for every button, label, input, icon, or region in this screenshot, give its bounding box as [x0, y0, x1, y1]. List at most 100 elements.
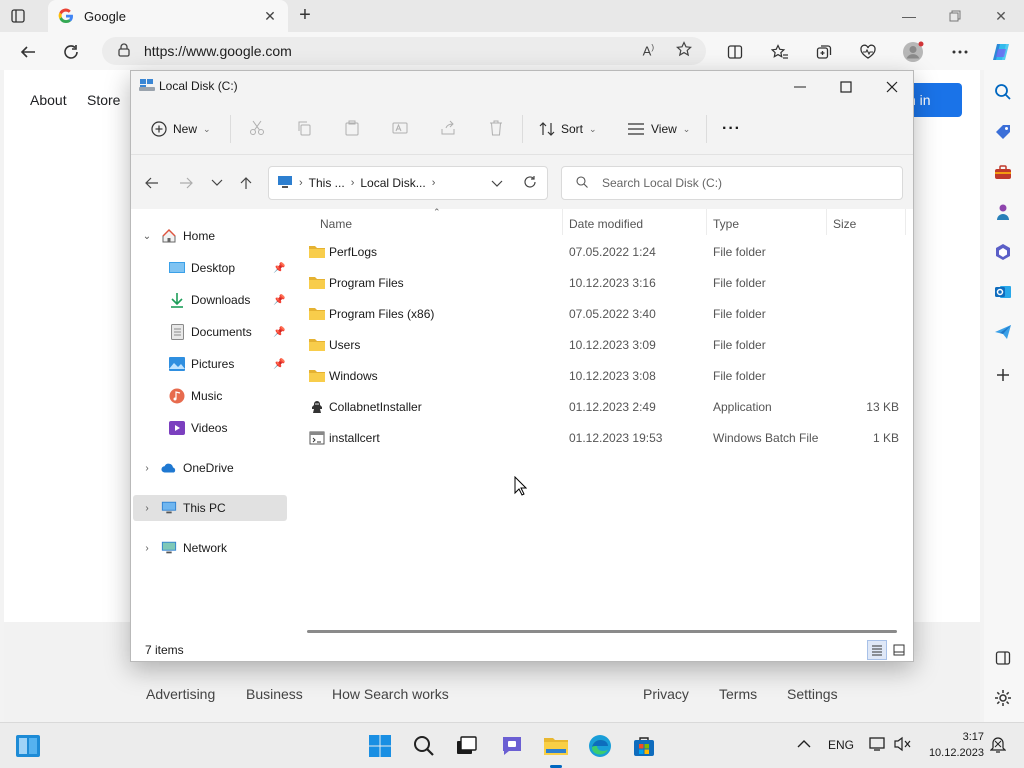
file-row[interactable]: Program Files (x86) 07.05.2022 3:40 File f… [291, 299, 913, 329]
address-dropdown-icon[interactable] [491, 177, 503, 191]
file-row[interactable]: CollabnetInstaller 01.12.2023 2:49 Applica… [291, 392, 913, 422]
edge-browser-icon[interactable] [586, 732, 614, 760]
tab-google[interactable]: Google ✕ [48, 0, 288, 32]
microsoft-store-icon[interactable] [630, 732, 658, 760]
file-explorer-icon[interactable] [542, 732, 570, 760]
restore-icon[interactable] [932, 0, 978, 32]
chevron-right-icon[interactable]: › [141, 543, 153, 554]
profile-avatar[interactable] [900, 39, 926, 65]
explorer-close-icon[interactable] [869, 71, 915, 103]
teams-chat-icon[interactable] [498, 732, 526, 760]
nav-item-this-pc[interactable]: › This PC [133, 495, 287, 521]
more-actions-button[interactable]: ··· [722, 116, 741, 142]
back-arrow-icon[interactable] [141, 173, 163, 193]
new-button[interactable]: New ⌄ [151, 116, 211, 142]
breadcrumb[interactable]: › This ... › Local Disk... › [268, 166, 548, 200]
delete-icon[interactable] [486, 118, 506, 138]
rename-icon[interactable] [390, 118, 410, 138]
explorer-maximize-icon[interactable] [823, 71, 869, 103]
search-local-disk-field[interactable]: Search Local Disk (C:) [561, 166, 903, 200]
column-divider[interactable] [826, 209, 827, 235]
footer-how-search-works-link[interactable]: How Search works [332, 686, 449, 702]
clock[interactable]: 3:17 10.12.2023 [924, 729, 984, 761]
collections-icon[interactable] [811, 39, 837, 65]
column-header-size[interactable]: Size [833, 215, 856, 233]
close-window-icon[interactable]: ✕ [978, 0, 1024, 32]
copilot-icon[interactable] [988, 39, 1014, 65]
close-tab-icon[interactable]: ✕ [262, 8, 278, 24]
column-divider[interactable] [905, 209, 906, 235]
share-icon[interactable] [438, 118, 458, 138]
nav-item-videos[interactable]: Videos [133, 415, 287, 441]
add-sidebar-icon[interactable] [992, 364, 1014, 386]
forward-arrow-icon[interactable] [175, 173, 197, 193]
language-indicator[interactable]: ENG [828, 738, 854, 752]
new-tab-button[interactable]: + [294, 4, 316, 26]
search-icon[interactable] [992, 81, 1014, 103]
copy-icon[interactable] [294, 118, 314, 138]
breadcrumb-local-disk[interactable]: Local Disk... [360, 176, 425, 190]
browser-essentials-icon[interactable] [855, 39, 881, 65]
column-divider[interactable] [562, 209, 563, 235]
refresh-icon[interactable] [523, 175, 537, 192]
file-row[interactable]: installcert 01.12.2023 19:53 Windows Batch… [291, 423, 913, 453]
nav-item-home[interactable]: ⌄ Home [133, 223, 287, 249]
lock-icon[interactable] [118, 42, 130, 60]
notifications-icon[interactable] [989, 736, 1007, 757]
tab-actions-icon[interactable] [8, 6, 28, 26]
refresh-icon[interactable] [58, 39, 84, 65]
task-view-icon[interactable] [453, 732, 481, 760]
widgets-icon[interactable] [14, 732, 42, 760]
minimize-icon[interactable]: — [886, 0, 932, 32]
nav-item-documents[interactable]: Documents 📌 [133, 319, 287, 345]
file-row[interactable]: Users 10.12.2023 3:09 File folder [291, 330, 913, 360]
details-view-icon[interactable] [867, 640, 887, 660]
cut-icon[interactable] [247, 118, 267, 138]
split-screen-icon[interactable] [722, 39, 748, 65]
shopping-tag-icon[interactable] [992, 121, 1014, 143]
outlook-icon[interactable] [992, 281, 1014, 303]
google-store-link[interactable]: Store [87, 92, 120, 108]
settings-gear-icon[interactable] [992, 687, 1014, 709]
games-icon[interactable] [992, 201, 1014, 223]
chevron-right-icon[interactable]: › [141, 463, 153, 474]
nav-item-network[interactable]: › Network [133, 535, 287, 561]
recent-locations-icon[interactable] [206, 173, 228, 193]
send-icon[interactable] [992, 321, 1014, 343]
favorite-star-icon[interactable] [676, 41, 692, 60]
microsoft-365-icon[interactable] [992, 241, 1014, 263]
nav-item-onedrive[interactable]: › OneDrive [133, 455, 287, 481]
back-icon[interactable] [15, 39, 41, 65]
show-hidden-icons-icon[interactable] [797, 738, 811, 752]
explorer-title-bar[interactable]: Local Disk (C:) [131, 71, 913, 103]
more-options-icon[interactable] [947, 39, 973, 65]
nav-item-music[interactable]: Music [133, 383, 287, 409]
column-header-type[interactable]: Type [713, 215, 739, 233]
footer-business-link[interactable]: Business [246, 686, 303, 702]
network-status-icon[interactable] [869, 736, 887, 755]
google-about-link[interactable]: About [30, 92, 67, 108]
large-icons-view-icon[interactable] [889, 640, 909, 660]
footer-advertising-link[interactable]: Advertising [146, 686, 215, 702]
tools-icon[interactable] [992, 161, 1014, 183]
nav-item-pictures[interactable]: Pictures 📌 [133, 351, 287, 377]
file-row[interactable]: PerfLogs 07.05.2022 1:24 File folder [291, 237, 913, 267]
file-row[interactable]: Program Files 10.12.2023 3:16 File folder [291, 268, 913, 298]
footer-privacy-link[interactable]: Privacy [643, 686, 689, 702]
favorites-icon[interactable] [767, 39, 793, 65]
hide-sidebar-icon[interactable] [992, 647, 1014, 669]
view-button[interactable]: View ⌄ [627, 116, 690, 142]
up-arrow-icon[interactable] [235, 173, 257, 193]
breadcrumb-this-pc[interactable]: This ... [309, 176, 345, 190]
chevron-right-icon[interactable]: › [141, 503, 153, 514]
column-divider[interactable] [706, 209, 707, 235]
column-header-name[interactable]: Name [320, 215, 352, 233]
explorer-minimize-icon[interactable] [777, 71, 823, 103]
paste-icon[interactable] [342, 118, 362, 138]
sort-button[interactable]: Sort ⌄ [539, 116, 597, 142]
read-aloud-icon[interactable]: A) [643, 43, 654, 58]
column-header-date[interactable]: Date modified [569, 215, 643, 233]
file-row[interactable]: Windows 10.12.2023 3:08 File folder [291, 361, 913, 391]
start-windows-icon[interactable] [366, 732, 394, 760]
footer-settings-link[interactable]: Settings [787, 686, 838, 702]
